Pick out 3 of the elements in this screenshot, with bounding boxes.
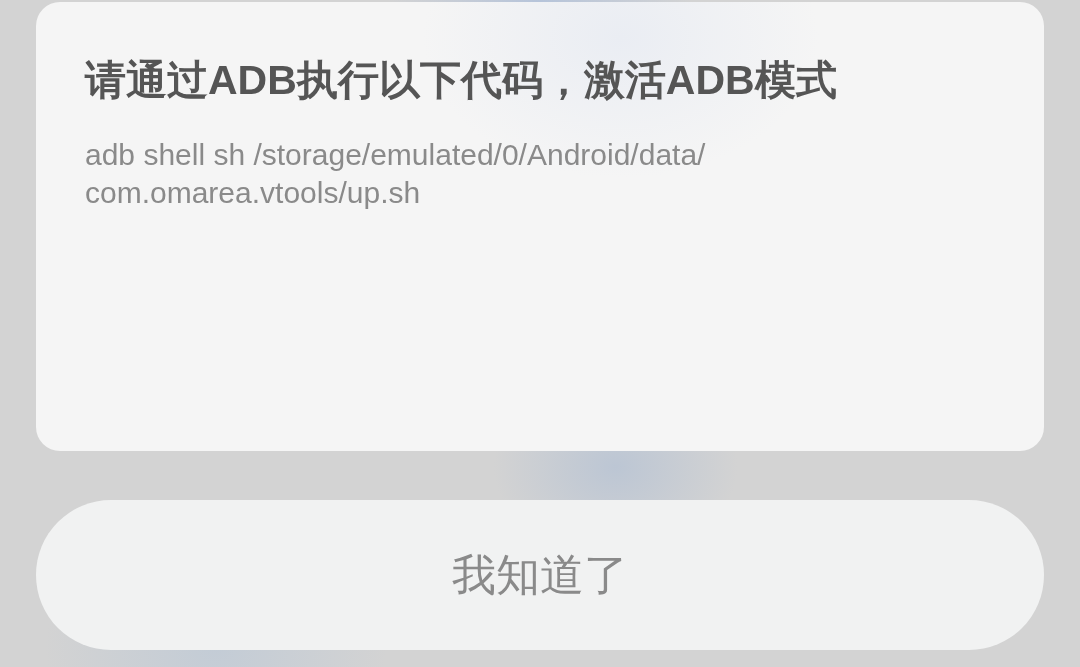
acknowledge-button[interactable]: 我知道了: [36, 500, 1044, 650]
dialog-title: 请通过ADB执行以下代码，激活ADB模式: [85, 56, 837, 104]
command-text: adb shell sh /storage/emulated/0/Android/data/com.omarea.vtools/up.sh: [85, 137, 707, 211]
